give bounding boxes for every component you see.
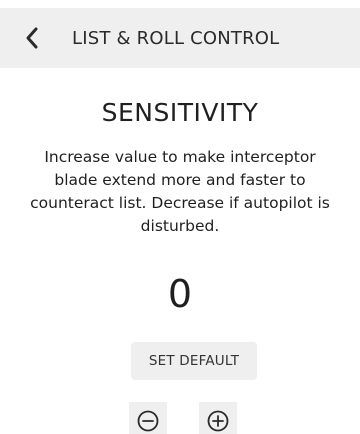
minus-circle-icon	[137, 410, 159, 432]
back-button[interactable]	[24, 22, 52, 54]
decrease-button[interactable]	[129, 402, 167, 434]
header-bar: LIST & ROLL CONTROL	[0, 8, 360, 68]
list-roll-control-screen: LIST & ROLL CONTROL SENSITIVITY Increase…	[0, 0, 360, 434]
increase-button[interactable]	[199, 402, 237, 434]
chevron-left-icon	[26, 27, 38, 49]
setting-description: Increase value to make interceptor blade…	[30, 148, 330, 235]
sensitivity-value: 0	[167, 272, 193, 316]
header-title: LIST & ROLL CONTROL	[72, 27, 280, 49]
setting-title: SENSITIVITY	[101, 98, 259, 127]
sensitivity-stepper	[0, 402, 360, 434]
plus-circle-icon	[207, 410, 229, 432]
set-default-button[interactable]: SET DEFAULT	[131, 342, 257, 380]
